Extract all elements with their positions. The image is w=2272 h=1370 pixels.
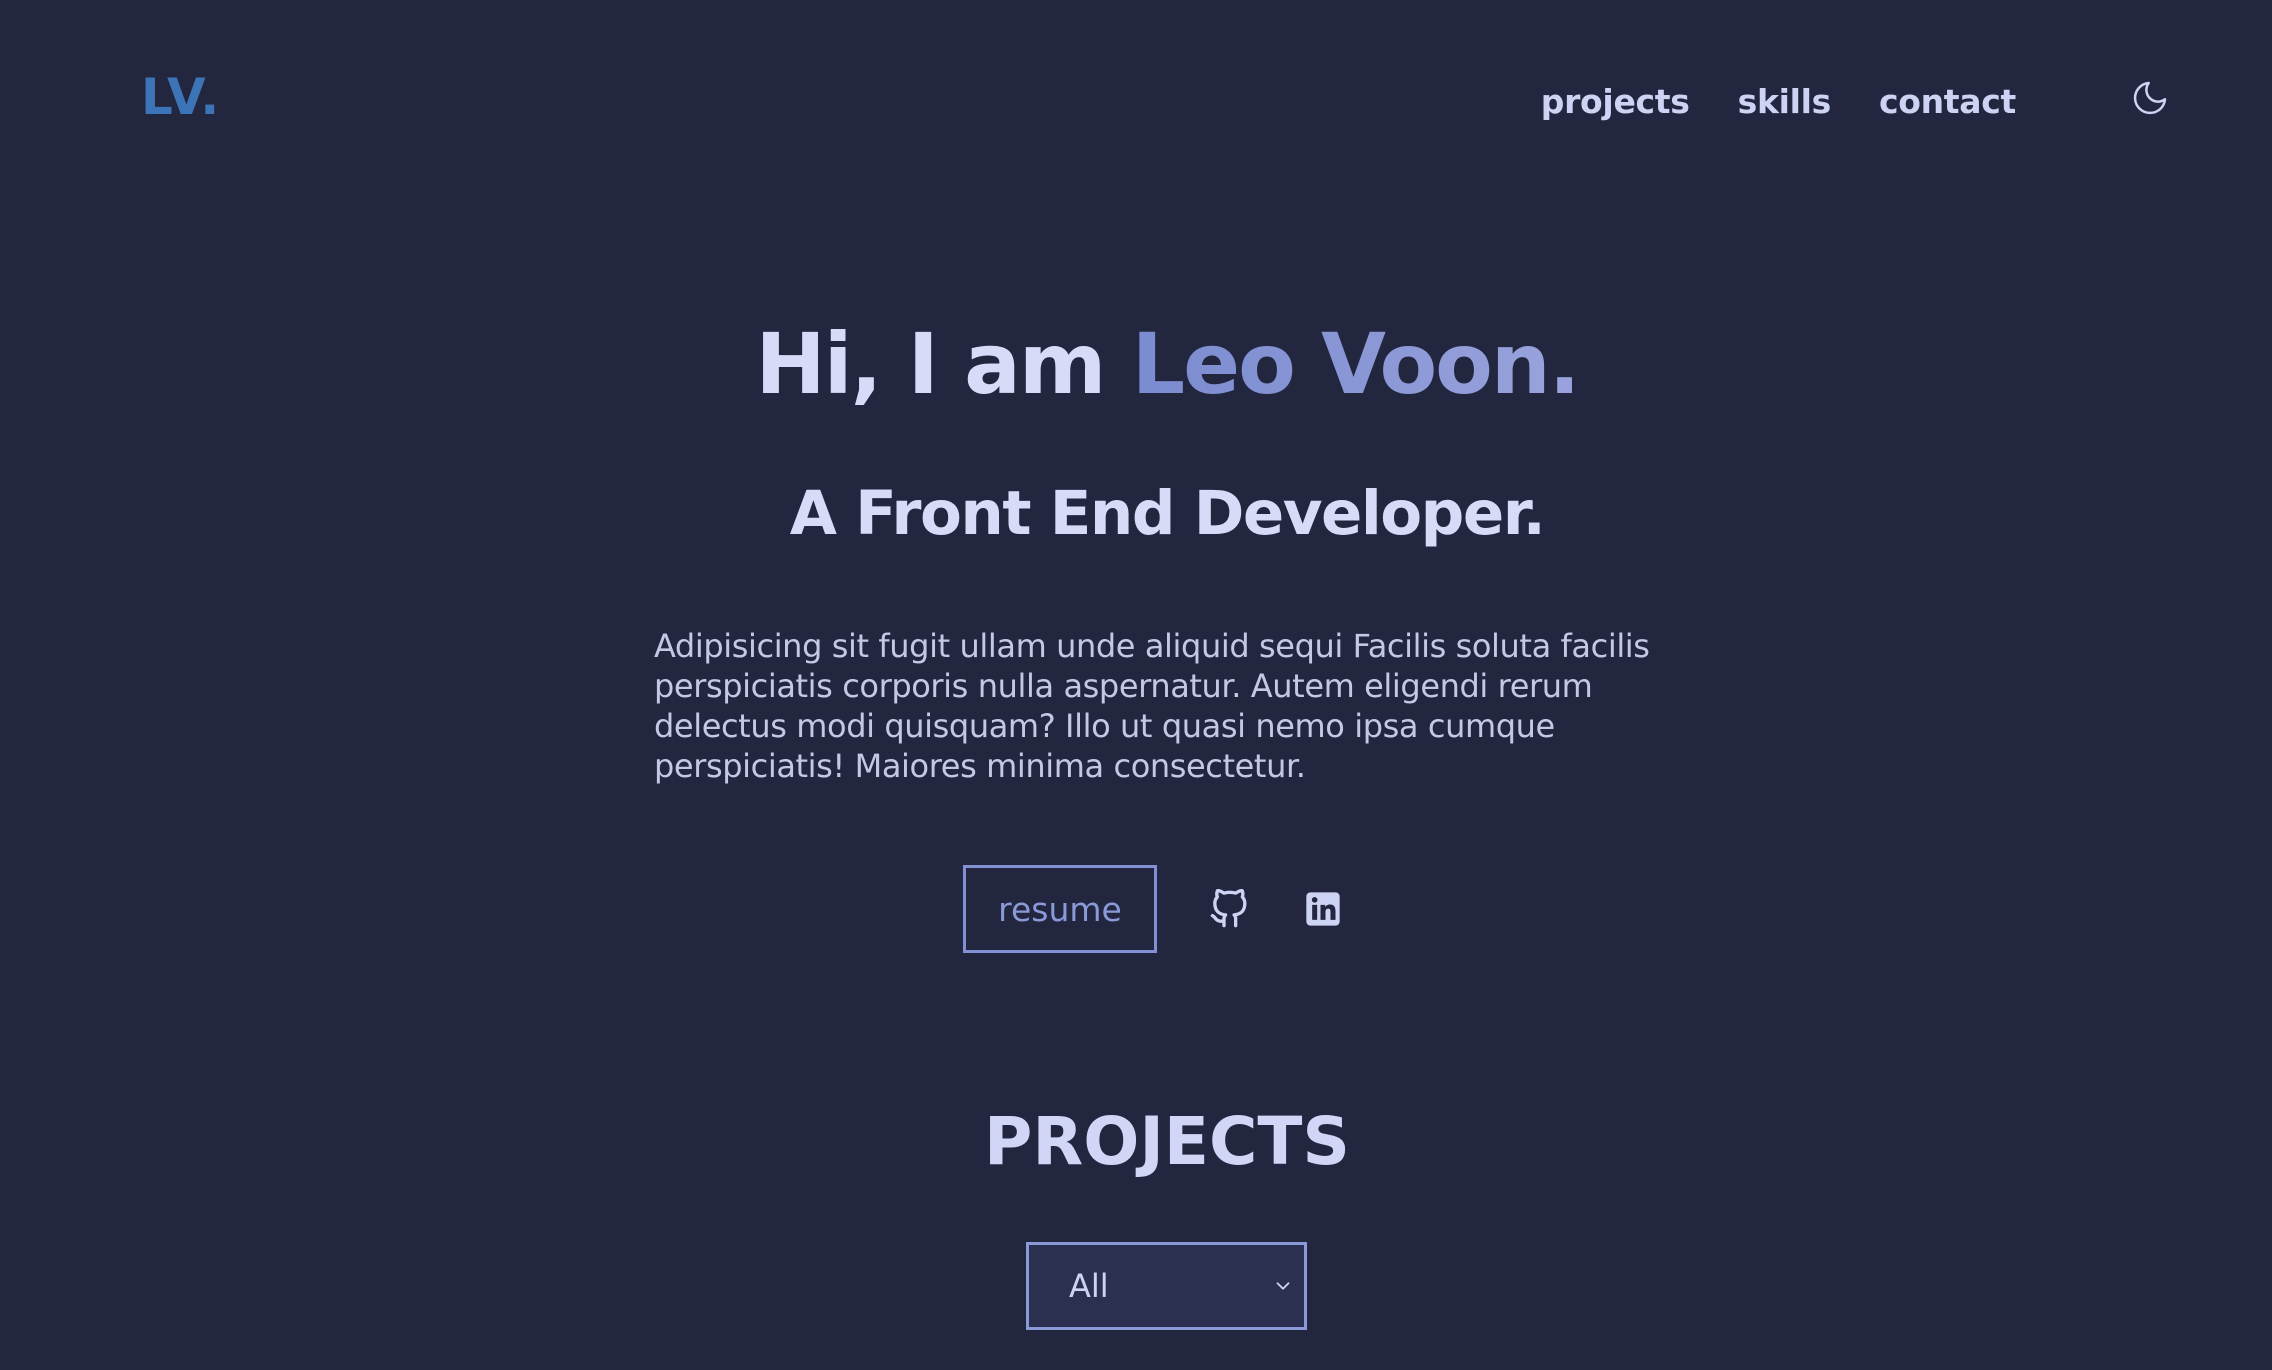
projects-title: PROJECTS [984,1103,1350,1180]
linkedin-icon [1306,892,1340,926]
filter-selected-value: All [1069,1267,1109,1305]
hero-name: Leo Voon. [1131,315,1581,413]
page: LV. projects skills contact Hi, I am Leo… [0,0,2272,1370]
nav-link-skills[interactable]: skills [1738,82,1832,121]
project-filter-select[interactable]: All [1026,1242,1307,1330]
hero-description: Adipisicing sit fugit ullam unde aliquid… [654,627,1650,785]
github-link[interactable] [1207,887,1251,931]
linkedin-link[interactable] [1301,887,1345,931]
nav-link-projects[interactable]: projects [1541,82,1690,121]
logo[interactable]: LV. [141,72,220,122]
hero-actions: resume [963,865,1345,953]
github-icon [1210,889,1247,928]
theme-toggle-button[interactable] [2130,78,2170,118]
chevron-down-icon [1276,1282,1290,1290]
main-nav: projects skills contact [1541,82,2017,121]
hero-subtitle: A Front End Developer. [789,478,1546,549]
nav-link-contact[interactable]: contact [1879,82,2016,121]
resume-button[interactable]: resume [963,865,1157,953]
hero-title: Hi, I am Leo Voon. [0,318,2272,410]
moon-icon [2133,81,2167,115]
hero-greeting: Hi, I am [755,315,1132,413]
